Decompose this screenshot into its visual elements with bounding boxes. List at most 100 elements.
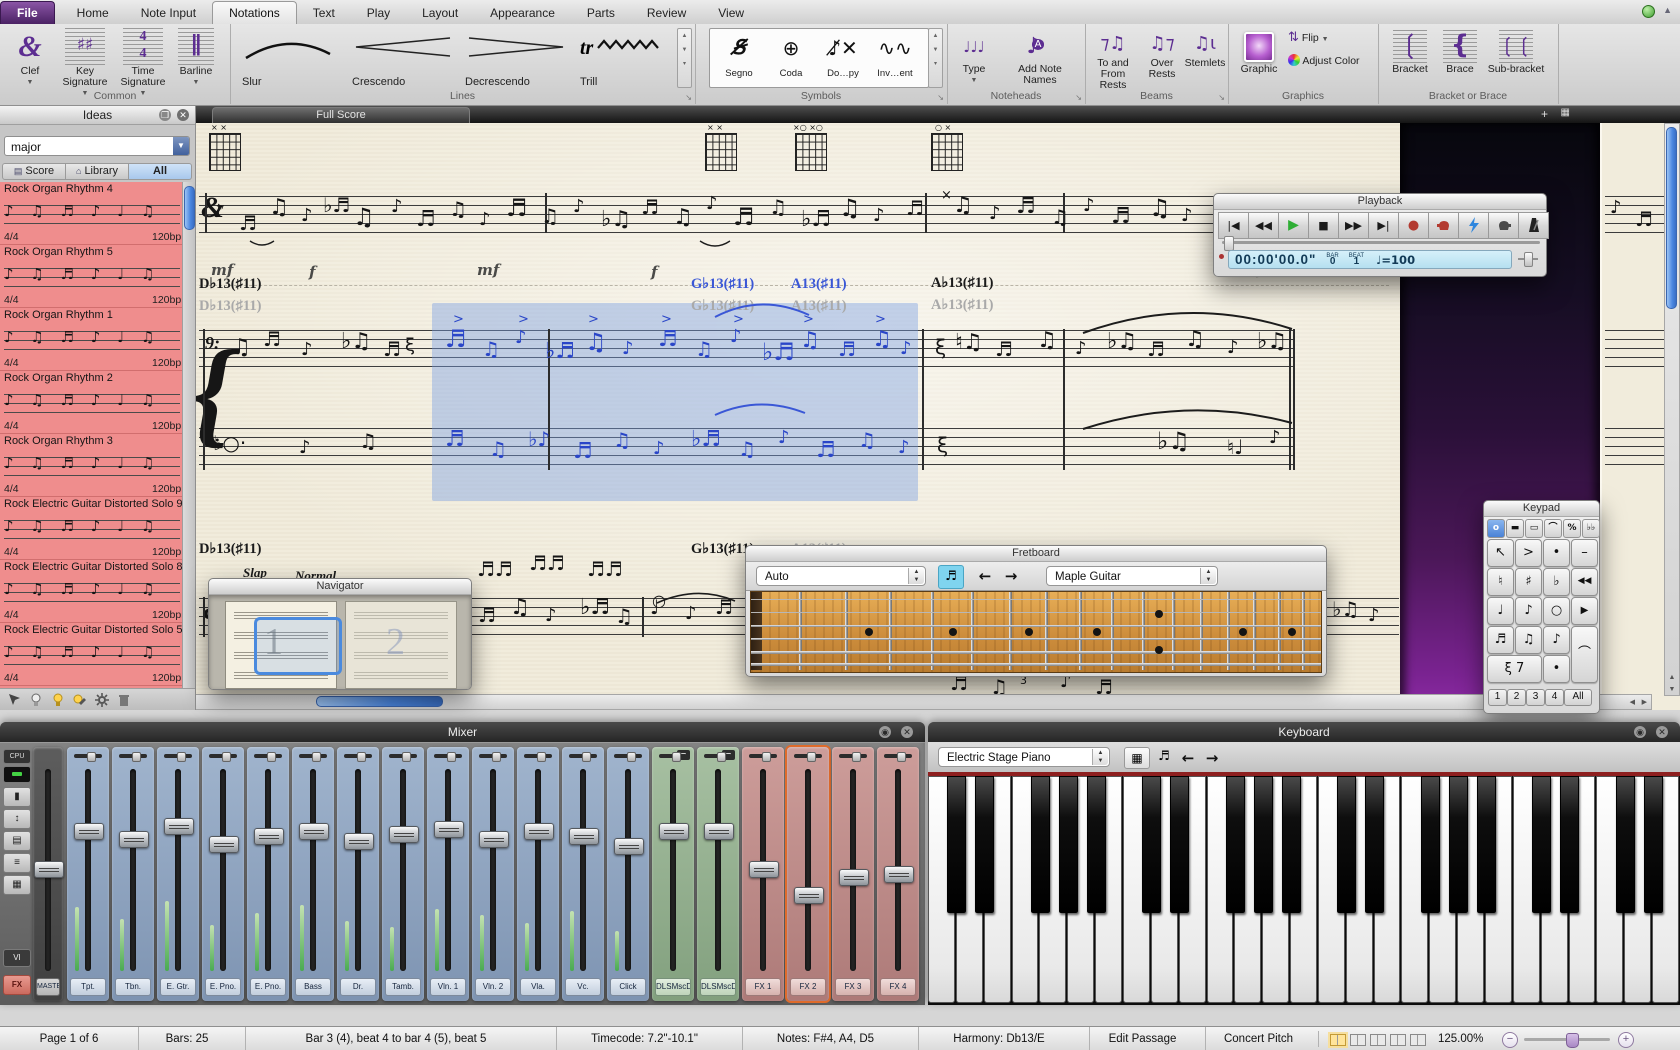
keypad-rest-key[interactable]: ξ 7 [1487, 655, 1542, 683]
keypad-flat-key[interactable]: ♭ [1543, 568, 1570, 596]
ideas-scroll-thumb[interactable] [184, 186, 195, 230]
voice-3-button[interactable]: 3 [1526, 689, 1545, 706]
beams-to-from-rests-button[interactable]: ⁊♫ To and From Rests [1087, 30, 1139, 91]
follow-notes-button[interactable]: ♬ [938, 565, 964, 589]
fader-knob[interactable] [749, 861, 779, 878]
beams-dialog-launcher[interactable]: ↘ [1218, 93, 1225, 102]
lines-dialog-launcher[interactable]: ↘ [685, 93, 692, 102]
fader-knob[interactable] [344, 833, 374, 850]
record-button[interactable]: ● [1398, 212, 1429, 239]
piano-black-key[interactable] [1560, 776, 1579, 913]
tab-appearance[interactable]: Appearance [474, 2, 571, 24]
live-playback-icon[interactable] [1458, 212, 1489, 239]
navigator-page2[interactable]: 2 [345, 601, 457, 689]
keypad-tab-beams[interactable]: ▭ [1525, 519, 1543, 538]
mixer-title[interactable]: Mixer [0, 722, 925, 742]
tab-view[interactable]: View [702, 2, 760, 24]
stop-button[interactable]: ■ [1308, 212, 1339, 239]
piano-black-key[interactable] [1226, 776, 1245, 913]
piano-black-key[interactable] [947, 776, 966, 913]
keypad-whole-key[interactable]: ○ [1543, 597, 1570, 625]
voice-4-button[interactable]: 4 [1545, 689, 1564, 706]
mixer-strip[interactable]: Tamb. [382, 747, 424, 1001]
noteheads-dialog-launcher[interactable]: ↘ [1075, 93, 1082, 102]
fader-knob[interactable] [839, 869, 869, 886]
scroll-down-icon[interactable]: ▼ [1665, 686, 1679, 693]
prev-note-button[interactable]: ← [974, 565, 996, 587]
status-page[interactable]: Page 1 of 6 [0, 1027, 139, 1050]
mixer-strip[interactable]: E. Gtr. [157, 747, 199, 1001]
rewind-button[interactable]: ◀◀ [1248, 212, 1279, 239]
fader-knob[interactable] [254, 828, 284, 845]
flip-button[interactable]: ⇅ Flip ▼ [1288, 32, 1376, 45]
lines-scroll[interactable]: ▲▼▾ [677, 28, 692, 88]
idea-settings-icon[interactable] [94, 692, 110, 708]
idea-item[interactable]: Rock Organ Rhythm 1♪ ♫ ♬ ♪ ♩ ♫4/4120bpm [0, 308, 183, 371]
tab-home[interactable]: Home [61, 2, 125, 24]
keypad-quarter-key[interactable]: ♩ [1487, 597, 1514, 625]
mixer-resize-icon[interactable]: ◉ [879, 726, 891, 738]
go-to-start-button[interactable]: |◀ [1218, 212, 1249, 239]
idea-item[interactable]: Rock Electric Guitar Distorted Solo 5♪ ♫… [0, 623, 183, 686]
copy-idea-icon[interactable] [28, 692, 44, 708]
keypad-tab-articulations[interactable]: ⌒ [1544, 519, 1562, 538]
mixer-strip[interactable]: FX 3 [832, 747, 874, 1001]
ideas-tab-library[interactable]: ⌂ Library [66, 163, 129, 180]
keypad-eighth-key[interactable]: ♫ [1515, 626, 1542, 654]
fretboard-instrument-select[interactable]: Maple Guitar▲▼ [1046, 566, 1218, 586]
mixer-strip[interactable]: Vln. 2 [472, 747, 514, 1001]
navigator-body[interactable]: 1 2 [209, 595, 471, 689]
keypad-title[interactable]: Keypad [1484, 501, 1599, 517]
decrescendo-button[interactable]: Decrescendo [463, 30, 575, 92]
keyboard-size-button[interactable]: ▦ [1124, 747, 1150, 769]
segno-button[interactable]: Ꞩ̸ Segno [714, 33, 764, 81]
fader-knob[interactable] [884, 866, 914, 883]
keypad-tab-notes[interactable]: o [1487, 519, 1505, 538]
piano-black-key[interactable] [1616, 776, 1635, 913]
zoom-slider[interactable] [1524, 1038, 1610, 1041]
piano-black-key[interactable] [975, 776, 994, 913]
mixer-strip[interactable]: FX 1 [742, 747, 784, 1001]
mixer-strip[interactable]: Dr. [337, 747, 379, 1001]
play-button[interactable]: ▶ [1278, 212, 1309, 239]
view-pages-vertical-icon[interactable] [1350, 1034, 1366, 1046]
stepper-icon[interactable]: ▲▼ [908, 568, 924, 584]
voice-all-button[interactable]: All [1564, 689, 1592, 706]
vertical-scrollbar[interactable]: ▲ ▼ [1664, 123, 1680, 696]
next-note-button[interactable]: → [1000, 565, 1022, 587]
keypad-natural-key[interactable]: ♮ [1487, 568, 1514, 596]
mixer-show-meters-icon[interactable]: ▤ [3, 831, 31, 851]
capture-idea-icon[interactable] [6, 692, 22, 708]
piano-black-key[interactable] [1477, 776, 1496, 913]
inverted-ornament-button[interactable]: ∿∿ Inv…ent [870, 33, 920, 81]
status-concert-pitch[interactable]: Concert Pitch [1196, 1027, 1321, 1050]
keypad-accent-key[interactable]: > [1515, 539, 1542, 567]
piano-black-key[interactable] [1254, 776, 1273, 913]
timeline-handle[interactable] [1224, 236, 1234, 251]
voice-1-button[interactable]: 1 [1488, 689, 1507, 706]
tab-file[interactable]: File [0, 1, 55, 24]
piano-black-key[interactable] [1644, 776, 1663, 913]
fader-knob[interactable] [34, 861, 64, 878]
scroll-right-icon[interactable]: ▶ [1642, 698, 1647, 706]
tab-layout[interactable]: Layout [406, 2, 474, 24]
keypad-half-key[interactable]: ♪ [1515, 597, 1542, 625]
beams-over-rests-button[interactable]: ♫⁊ Over Rests [1141, 30, 1183, 80]
view-single-page-icon[interactable] [1390, 1034, 1406, 1046]
piano-keys[interactable] [928, 772, 1680, 1005]
mixer-strip[interactable]: Vc. [562, 747, 604, 1001]
piano-black-key[interactable] [1170, 776, 1189, 913]
mixer-strip[interactable]: Tpt. [67, 747, 109, 1001]
keyboard-prev-button[interactable]: ← [1178, 747, 1198, 769]
ribbon-collapse-icon[interactable]: ▲ [1663, 5, 1672, 18]
clef-button[interactable]: & Clef▼ [6, 28, 54, 88]
passage-selection[interactable] [432, 303, 918, 501]
horizontal-scrollbar[interactable]: ◀ ▶ [195, 694, 1652, 710]
tab-notations[interactable]: Notations [212, 1, 297, 24]
mixer-strip-selected[interactable]: FX 2 [787, 747, 829, 1001]
ideas-tab-all[interactable]: All [129, 163, 192, 180]
flexi-time-icon[interactable] [1428, 212, 1459, 239]
fader-knob[interactable] [299, 823, 329, 840]
stemlets-button[interactable]: ♫ι Stemlets [1183, 30, 1227, 69]
mixer-resize-strips-icon[interactable]: ↕ [3, 809, 31, 829]
